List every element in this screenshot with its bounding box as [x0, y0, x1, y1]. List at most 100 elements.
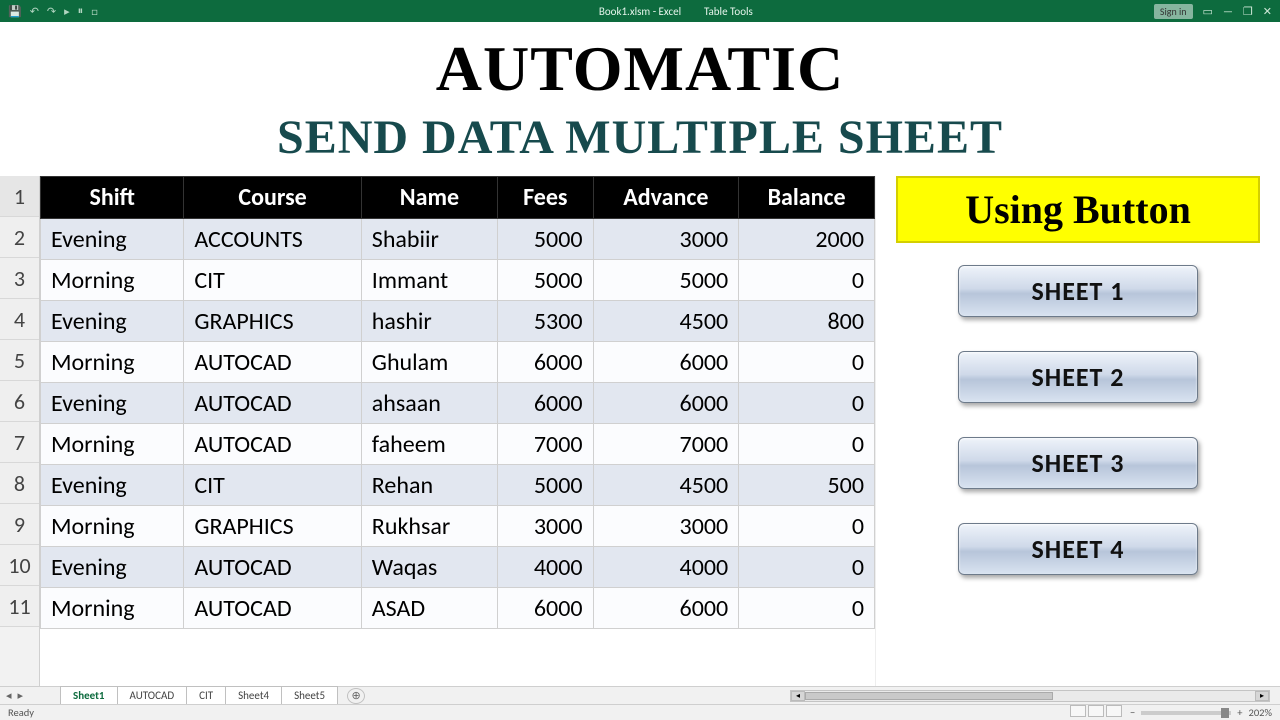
cell-advance[interactable]: 5000: [593, 260, 739, 301]
cell-course[interactable]: AUTOCAD: [184, 383, 361, 424]
cell-balance[interactable]: 0: [739, 342, 875, 383]
cell-advance[interactable]: 4000: [593, 547, 739, 588]
zoom-out-icon[interactable]: −: [1130, 706, 1135, 719]
cell-name[interactable]: ASAD: [361, 588, 497, 629]
cell-fees[interactable]: 6000: [498, 383, 593, 424]
row-header[interactable]: 2: [0, 217, 39, 258]
table-row[interactable]: MorningAUTOCADfaheem700070000: [41, 424, 875, 465]
cell-fees[interactable]: 5000: [498, 465, 593, 506]
cell-fees[interactable]: 6000: [498, 588, 593, 629]
cell-shift[interactable]: Evening: [41, 547, 184, 588]
new-sheet-button[interactable]: ⊕: [347, 688, 365, 704]
cell-shift[interactable]: Morning: [41, 260, 184, 301]
cell-name[interactable]: Rehan: [361, 465, 497, 506]
column-header[interactable]: Fees: [498, 177, 593, 219]
table-row[interactable]: MorningCITImmant500050000: [41, 260, 875, 301]
cell-name[interactable]: Rukhsar: [361, 506, 497, 547]
scroll-right-icon[interactable]: ▸: [1255, 691, 1269, 701]
row-header[interactable]: 11: [0, 586, 39, 627]
cell-course[interactable]: AUTOCAD: [184, 342, 361, 383]
column-header[interactable]: Balance: [739, 177, 875, 219]
cell-fees[interactable]: 5000: [498, 219, 593, 260]
macro-button-sheet-2[interactable]: SHEET 2: [958, 351, 1198, 403]
run-icon[interactable]: ▸: [64, 5, 70, 18]
sheet-tab[interactable]: CIT: [186, 686, 226, 706]
cell-advance[interactable]: 3000: [593, 219, 739, 260]
cell-advance[interactable]: 3000: [593, 506, 739, 547]
cell-balance[interactable]: 0: [739, 506, 875, 547]
cell-advance[interactable]: 6000: [593, 588, 739, 629]
zoom-in-icon[interactable]: +: [1237, 706, 1242, 719]
cell-balance[interactable]: 0: [739, 588, 875, 629]
cell-course[interactable]: CIT: [184, 260, 361, 301]
cell-balance[interactable]: 0: [739, 260, 875, 301]
cell-balance[interactable]: 0: [739, 424, 875, 465]
row-header[interactable]: 5: [0, 340, 39, 381]
macro-button-sheet-3[interactable]: SHEET 3: [958, 437, 1198, 489]
cell-balance[interactable]: 0: [739, 383, 875, 424]
cell-name[interactable]: Ghulam: [361, 342, 497, 383]
table-row[interactable]: EveningCITRehan50004500500: [41, 465, 875, 506]
sheet-tab[interactable]: Sheet5: [281, 686, 338, 706]
close-icon[interactable]: ✕: [1263, 5, 1272, 18]
row-header[interactable]: 1: [0, 176, 39, 217]
sign-in-button[interactable]: Sign in: [1154, 4, 1193, 19]
table-row[interactable]: MorningGRAPHICSRukhsar300030000: [41, 506, 875, 547]
cell-name[interactable]: faheem: [361, 424, 497, 465]
cell-course[interactable]: GRAPHICS: [184, 506, 361, 547]
scroll-track[interactable]: [805, 692, 1255, 700]
cell-shift[interactable]: Morning: [41, 342, 184, 383]
cell-name[interactable]: Immant: [361, 260, 497, 301]
scroll-thumb[interactable]: [805, 692, 1053, 700]
redo-icon[interactable]: ↷: [47, 5, 56, 18]
tab-next-icon[interactable]: ▸: [18, 689, 24, 702]
table-row[interactable]: EveningGRAPHICShashir53004500800: [41, 301, 875, 342]
column-header[interactable]: Shift: [41, 177, 184, 219]
tab-scroll-arrows[interactable]: ◂ ▸: [6, 689, 23, 702]
maximize-icon[interactable]: ❐: [1243, 5, 1253, 18]
column-header[interactable]: Advance: [593, 177, 739, 219]
cell-fees[interactable]: 5000: [498, 260, 593, 301]
row-header[interactable]: 7: [0, 422, 39, 463]
cell-shift[interactable]: Evening: [41, 301, 184, 342]
view-buttons[interactable]: [1070, 705, 1124, 720]
cell-balance[interactable]: 800: [739, 301, 875, 342]
row-header[interactable]: 9: [0, 504, 39, 545]
save-icon[interactable]: 💾: [8, 5, 22, 18]
table-row[interactable]: MorningAUTOCADASAD600060000: [41, 588, 875, 629]
cell-name[interactable]: Waqas: [361, 547, 497, 588]
macro-button-sheet-4[interactable]: SHEET 4: [958, 523, 1198, 575]
cell-shift[interactable]: Morning: [41, 588, 184, 629]
cell-advance[interactable]: 6000: [593, 383, 739, 424]
cell-shift[interactable]: Morning: [41, 424, 184, 465]
table-row[interactable]: MorningAUTOCADGhulam600060000: [41, 342, 875, 383]
cell-fees[interactable]: 4000: [498, 547, 593, 588]
cell-name[interactable]: ahsaan: [361, 383, 497, 424]
cell-balance[interactable]: 500: [739, 465, 875, 506]
cell-course[interactable]: ACCOUNTS: [184, 219, 361, 260]
cell-shift[interactable]: Evening: [41, 465, 184, 506]
qat-extra-icon[interactable]: □: [91, 5, 98, 18]
tab-prev-icon[interactable]: ◂: [6, 689, 12, 702]
sheet-tab[interactable]: Sheet1: [60, 686, 118, 706]
horizontal-scrollbar[interactable]: ◂ ▸: [790, 690, 1270, 702]
cell-course[interactable]: CIT: [184, 465, 361, 506]
cell-name[interactable]: hashir: [361, 301, 497, 342]
cell-course[interactable]: AUTOCAD: [184, 547, 361, 588]
sheet-tab[interactable]: AUTOCAD: [117, 686, 188, 706]
cell-course[interactable]: AUTOCAD: [184, 588, 361, 629]
undo-icon[interactable]: ↶: [30, 5, 39, 18]
cell-balance[interactable]: 2000: [739, 219, 875, 260]
cell-fees[interactable]: 7000: [498, 424, 593, 465]
sheet-tab[interactable]: Sheet4: [225, 686, 282, 706]
cell-course[interactable]: GRAPHICS: [184, 301, 361, 342]
cell-balance[interactable]: 0: [739, 547, 875, 588]
cell-shift[interactable]: Evening: [41, 383, 184, 424]
minimize-icon[interactable]: —: [1223, 5, 1233, 18]
macro-button-sheet-1[interactable]: SHEET 1: [958, 265, 1198, 317]
column-header[interactable]: Name: [361, 177, 497, 219]
row-header[interactable]: 4: [0, 299, 39, 340]
row-header[interactable]: 8: [0, 463, 39, 504]
table-row[interactable]: EveningACCOUNTSShabiir500030002000: [41, 219, 875, 260]
cell-fees[interactable]: 5300: [498, 301, 593, 342]
